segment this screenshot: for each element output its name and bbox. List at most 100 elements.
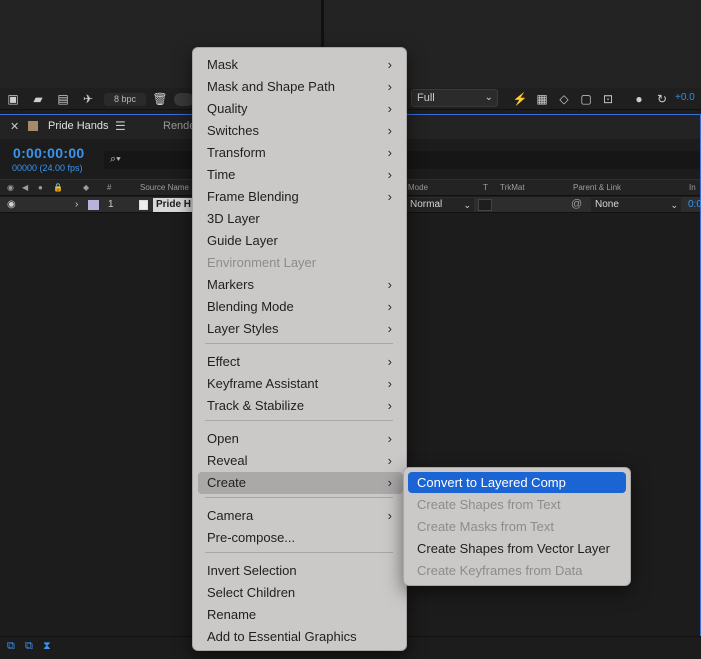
submenu-item-create-shapes-from-vector-layer[interactable]: Create Shapes from Vector Layer (408, 538, 626, 559)
column-parent-link: Parent & Link (573, 183, 622, 192)
menu-item-label: Quality (207, 101, 248, 116)
menu-item-reveal[interactable]: Reveal › (198, 450, 403, 472)
solo-icon[interactable]: ● (38, 183, 43, 192)
column-mode: Mode (408, 183, 429, 192)
hamburger-menu-icon[interactable]: ☰ (115, 119, 126, 133)
chevron-down-icon: ⌄ (670, 200, 678, 210)
chevron-right-icon: › (387, 123, 392, 138)
menu-item-label: Rename (207, 607, 257, 622)
region-of-interest-icon[interactable]: ⊡ (600, 92, 616, 106)
menu-item-label: Mask (207, 57, 239, 72)
reset-exposure-icon[interactable]: ↻ (654, 92, 670, 106)
chevron-down-icon: ⌄ (463, 200, 471, 210)
submenu-item-convert-to-layered-comp[interactable]: Convert to Layered Comp (408, 472, 626, 493)
column-number: # (107, 183, 112, 192)
menu-item-time[interactable]: Time › (198, 164, 403, 186)
brainstorm-icon[interactable]: ✈ (80, 92, 96, 106)
project-bit-depth[interactable]: 8 bpc (104, 93, 146, 106)
flowchart-icon[interactable]: ▤ (55, 92, 71, 106)
current-time-display[interactable]: 0:00:00:00 (13, 145, 85, 161)
layer-context-menu: Mask › Mask and Shape Path › Quality › Switche… (192, 47, 407, 651)
menu-item-label: Add to Essential Graphics (207, 629, 357, 644)
folder-icon[interactable]: ▰ (30, 92, 46, 106)
menu-item-track-stabilize[interactable]: Track & Stabilize › (198, 395, 403, 417)
transfer-controls-icon[interactable]: ⧉ (25, 640, 33, 653)
file-icon (139, 200, 148, 210)
menu-item-select-children[interactable]: Select Children (198, 582, 403, 604)
lock-icon[interactable]: 🔒 (53, 183, 63, 192)
frame-count: 00000 (24.00 fps) (12, 163, 83, 173)
close-icon[interactable]: ✕ (10, 120, 19, 133)
menu-item-label: Frame Blending (207, 189, 299, 204)
submenu-item-create-keyframes-from-data: Create Keyframes from Data (417, 563, 583, 578)
menu-item-label: Pre-compose... (207, 530, 296, 545)
chevron-right-icon: › (387, 475, 392, 490)
exposure-value[interactable]: +0.0 (675, 92, 695, 103)
column-trkmat: TrkMat (500, 183, 525, 192)
menu-item-markers[interactable]: Markers › (198, 274, 403, 296)
menu-item-quality[interactable]: Quality › (198, 98, 403, 120)
tab-render-queue[interactable]: Rende (163, 120, 195, 132)
safe-zones-icon[interactable]: ▢ (578, 92, 594, 106)
tab-pride-hands[interactable]: Pride Hands (48, 120, 109, 132)
layer-name[interactable]: Pride H (153, 198, 193, 212)
menu-item-effect[interactable]: Effect › (198, 351, 403, 373)
layer-index: 1 (108, 199, 114, 210)
menu-item-layer-styles[interactable]: Layer Styles › (198, 318, 403, 340)
parent-select[interactable]: None ⌄ (591, 198, 681, 212)
menu-item-guide-layer[interactable]: Guide Layer (198, 230, 403, 252)
chevron-right-icon: › (387, 79, 392, 94)
resolution-value: Full (417, 92, 435, 104)
menu-item-keyframe-assistant[interactable]: Keyframe Assistant › (198, 373, 403, 395)
eye-icon[interactable]: ◉ (7, 183, 14, 192)
menu-item-label: Markers (207, 277, 254, 292)
menu-item-pre-compose[interactable]: Pre-compose... (198, 527, 403, 549)
menu-item-label: Create (207, 475, 247, 490)
trkmat-toggle[interactable] (478, 199, 492, 211)
always-preview-icon[interactable]: ▣ (5, 92, 21, 106)
menu-item-create[interactable]: Create › (198, 472, 403, 494)
menu-item-rename[interactable]: Rename (198, 604, 403, 626)
render-time-icon[interactable]: ⧗ (43, 640, 51, 653)
menu-item-frame-blending[interactable]: Frame Blending › (198, 186, 403, 208)
column-source-name[interactable]: Source Name (140, 183, 189, 192)
channel-rgb-icon[interactable]: ● (631, 92, 647, 106)
menu-item-invert-selection[interactable]: Invert Selection (198, 560, 403, 582)
layer-label-swatch[interactable] (88, 200, 99, 210)
menu-separator (205, 497, 393, 498)
chevron-right-icon: › (387, 101, 392, 116)
menu-item-3d-layer[interactable]: 3D Layer (198, 208, 403, 230)
mask-visibility-icon[interactable]: ◇ (556, 92, 572, 106)
menu-item-switches[interactable]: Switches › (198, 120, 403, 142)
menu-item-transform[interactable]: Transform › (198, 142, 403, 164)
menu-item-label: Mask and Shape Path (207, 79, 335, 94)
menu-separator (205, 343, 393, 344)
menu-item-add-to-essential-graphics[interactable]: Add to Essential Graphics (198, 626, 403, 648)
audio-icon[interactable]: ◀ (22, 183, 28, 192)
pickwhip-icon[interactable]: @ (571, 198, 582, 210)
layer-switches-icon[interactable]: ⧉ (7, 640, 15, 653)
blend-mode-select[interactable]: Normal ⌄ (406, 198, 474, 212)
menu-item-camera[interactable]: Camera › (198, 505, 403, 527)
menu-item-mask[interactable]: Mask › (198, 54, 403, 76)
menu-item-open[interactable]: Open › (198, 428, 403, 450)
chevron-right-icon: › (387, 299, 392, 314)
menu-item-blending-mode[interactable]: Blending Mode › (198, 296, 403, 318)
menu-item-label: Transform (207, 145, 266, 160)
menu-item-mask-and-shape-path[interactable]: Mask and Shape Path › (198, 76, 403, 98)
menu-item-label: Layer Styles (207, 321, 279, 336)
menu-item-label: Environment Layer (207, 255, 317, 270)
label-tag-icon[interactable]: ◆ (83, 183, 89, 192)
transparency-grid-icon[interactable]: ▦ (534, 92, 550, 106)
toggle-switch[interactable] (174, 93, 194, 106)
eye-icon[interactable]: ◉ (7, 199, 16, 210)
menu-item-label: Blending Mode (207, 299, 294, 314)
resolution-select[interactable]: Full ⌄ (411, 89, 498, 107)
menu-item-label: Time (207, 167, 236, 182)
trash-icon[interactable]: 🗑 (152, 92, 168, 106)
chevron-right-icon: › (387, 277, 392, 292)
menu-item-label: Effect (207, 354, 241, 369)
in-point-value[interactable]: 0:0 (688, 199, 701, 210)
expand-chevron-icon[interactable]: › (75, 199, 78, 210)
fast-previews-icon[interactable]: ⚡ (512, 92, 528, 106)
